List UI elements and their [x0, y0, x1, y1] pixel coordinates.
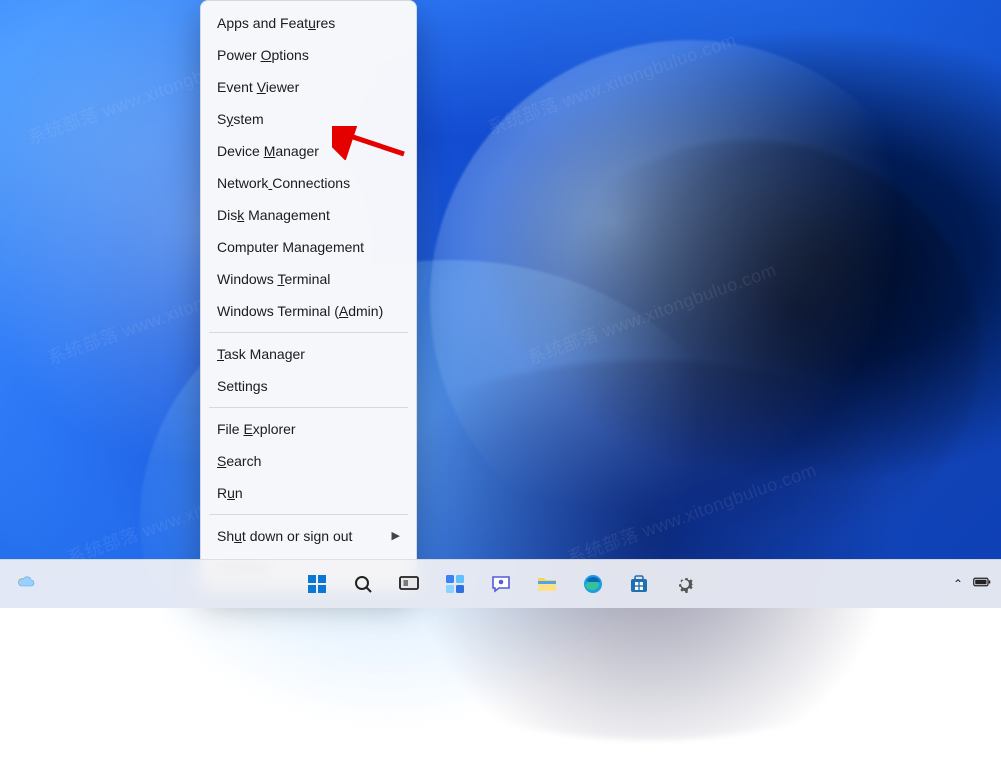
menu-item-computer-management[interactable]: Computer Management	[201, 231, 416, 263]
file-explorer-button[interactable]	[527, 564, 567, 604]
menu-item-apps-features[interactable]: Apps and Features	[201, 7, 416, 39]
task-view[interactable]	[389, 564, 429, 604]
menu-item-label: Power Options	[217, 46, 309, 64]
system-tray[interactable]: ⌃	[953, 575, 991, 593]
menu-item-windows-terminal-admin[interactable]: Windows Terminal (Admin)	[201, 295, 416, 327]
menu-item-label: Settings	[217, 377, 268, 395]
winx-context-menu: Apps and Features Power Options Event View…	[200, 0, 417, 591]
menu-item-disk-management[interactable]: Disk Management	[201, 199, 416, 231]
menu-item-label: System	[217, 110, 264, 128]
menu-item-label: Event Viewer	[217, 78, 299, 96]
menu-separator	[209, 407, 408, 408]
chat-button[interactable]	[481, 564, 521, 604]
menu-item-file-explorer[interactable]: File Explorer	[201, 413, 416, 445]
edge-button[interactable]	[573, 564, 613, 604]
menu-item-label: Disk Management	[217, 206, 330, 224]
menu-item-windows-terminal[interactable]: Windows Terminal	[201, 263, 416, 295]
menu-item-label: Network Connections	[217, 174, 350, 192]
taskbar-search[interactable]	[343, 564, 383, 604]
menu-separator	[209, 332, 408, 333]
menu-item-task-manager[interactable]: Task Manager	[201, 338, 416, 370]
menu-item-label: Run	[217, 484, 243, 502]
submenu-chevron-icon: ▶	[392, 527, 400, 545]
menu-item-run[interactable]: Run	[201, 477, 416, 509]
menu-item-label: Search	[217, 452, 261, 470]
menu-item-label: Windows Terminal (Admin)	[217, 302, 383, 320]
menu-item-device-manager[interactable]: Device Manager	[201, 135, 416, 167]
menu-item-system[interactable]: System	[201, 103, 416, 135]
menu-item-label: Computer Management	[217, 238, 364, 256]
menu-item-label: Task Manager	[217, 345, 305, 363]
battery-icon[interactable]	[973, 575, 991, 593]
microsoft-store-button[interactable]	[619, 564, 659, 604]
menu-item-label: Windows Terminal	[217, 270, 330, 288]
menu-item-label: Apps and Features	[217, 14, 335, 32]
menu-item-label: Device Manager	[217, 142, 319, 160]
settings-button[interactable]	[665, 564, 705, 604]
menu-separator	[209, 514, 408, 515]
menu-item-label: File Explorer	[217, 420, 296, 438]
menu-item-power-options[interactable]: Power Options	[201, 39, 416, 71]
tray-overflow-chevron-icon[interactable]: ⌃	[953, 577, 963, 591]
weather-widget[interactable]	[6, 564, 46, 604]
widgets-button[interactable]	[435, 564, 475, 604]
menu-item-network-connections[interactable]: Network Connections	[201, 167, 416, 199]
start-button[interactable]	[297, 564, 337, 604]
taskbar: ⌃	[0, 559, 1001, 608]
menu-item-label: Shut down or sign out	[217, 527, 352, 545]
menu-item-shutdown[interactable]: Shut down or sign out ▶	[201, 520, 416, 552]
menu-item-event-viewer[interactable]: Event Viewer	[201, 71, 416, 103]
menu-item-search[interactable]: Search	[201, 445, 416, 477]
desktop-wallpaper[interactable]: 系统部落 www.xitongbuluo.com 系统部落 www.xitong…	[0, 0, 1001, 608]
menu-item-settings[interactable]: Settings	[201, 370, 416, 402]
